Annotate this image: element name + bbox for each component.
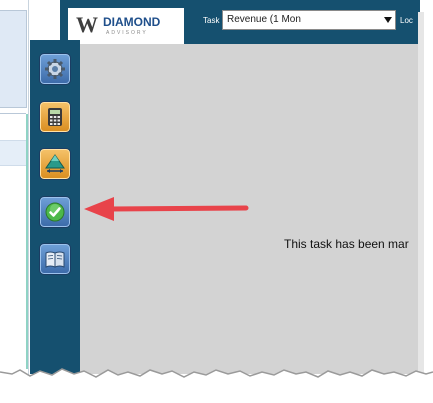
task-label: Task (203, 16, 220, 25)
task-status-message: This task has been mar (284, 237, 409, 251)
calculator-button[interactable] (39, 101, 71, 133)
logo-mark: W (76, 12, 98, 37)
task-select[interactable]: Revenue (1 Mon (222, 10, 396, 30)
annotation-arrow-icon (84, 197, 249, 221)
logo-text: DIAMOND (103, 15, 161, 29)
calculator-icon (48, 108, 62, 126)
task-select-value: Revenue (1 Mon (227, 14, 301, 25)
pyramid-button[interactable] (39, 148, 71, 180)
window-right-edge (418, 12, 424, 374)
screenshot-frame: W DIAMOND ADVISORY Task Revenue (1 Mon L… (0, 0, 433, 403)
torn-paper-edge (0, 368, 433, 403)
book-button[interactable] (39, 243, 71, 275)
chevron-down-icon (384, 17, 392, 23)
logo-subtext: ADVISORY (106, 30, 148, 36)
location-label: Loc (400, 16, 413, 25)
gear-icon (45, 59, 65, 79)
pyramid-icon (45, 154, 65, 173)
check-circle-icon (45, 202, 65, 222)
settings-button[interactable] (39, 53, 71, 85)
left-panel-header (0, 10, 27, 108)
mark-complete-button[interactable] (39, 196, 71, 228)
book-icon (45, 251, 65, 268)
left-panel-selected-row[interactable] (0, 140, 26, 166)
